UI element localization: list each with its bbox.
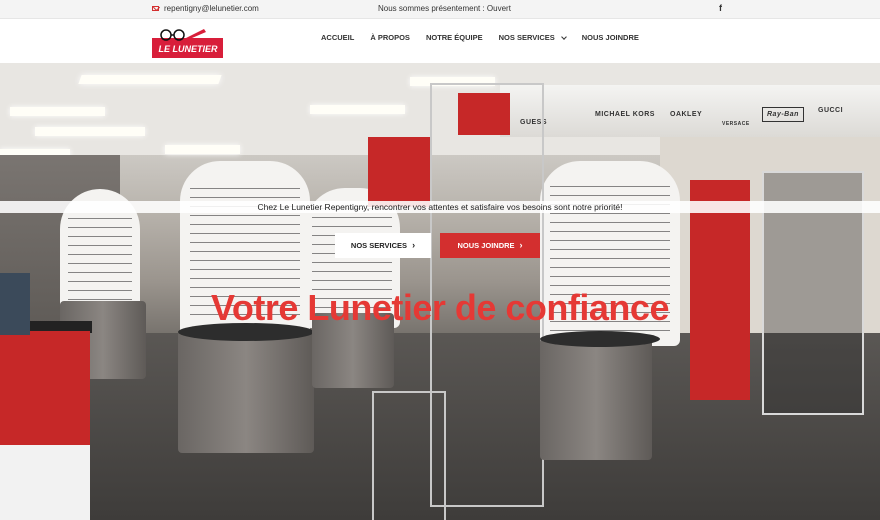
ceiling-light <box>310 105 405 114</box>
button-label: NOS SERVICES <box>350 241 408 250</box>
chrome-tower <box>372 391 446 520</box>
site-header: LE LUNETIER ACCUEIL À PROPOS NOTRE ÉQUIP… <box>0 19 880 63</box>
counter-top <box>540 331 660 347</box>
nav-label: NOS SERVICES <box>498 33 555 42</box>
nav-item-accueil[interactable]: ACCUEIL <box>321 33 362 42</box>
red-display-case <box>368 137 430 207</box>
nav-item-nous-joindre[interactable]: NOUS JOINDRE <box>574 33 647 42</box>
nous-joindre-button[interactable]: NOUS JOINDRE › <box>440 233 540 258</box>
main-nav: ACCUEIL À PROPOS NOTRE ÉQUIPE NOS SERVIC… <box>321 33 647 42</box>
ceiling-light <box>78 75 222 84</box>
display-counter <box>540 338 652 460</box>
brand-logo: MICHAEL KORS <box>595 111 655 118</box>
chevron-right-icon: › <box>412 240 416 250</box>
brand-logo: Ray-Ban <box>762 107 804 122</box>
chevron-right-icon: › <box>519 240 523 250</box>
brand-logo: GUCCI <box>818 107 844 114</box>
hero-headline: Votre Lunetier de confiance <box>211 287 669 328</box>
display-counter <box>178 331 314 453</box>
top-bar: repentigny@lelunetier.com Nous sommes pr… <box>0 0 880 19</box>
ceiling-light <box>10 107 105 116</box>
front-counter-base <box>0 445 90 520</box>
ceiling-light <box>35 127 145 136</box>
nav-item-nos-services[interactable]: NOS SERVICES <box>491 33 574 42</box>
facebook-icon[interactable]: f <box>719 3 722 13</box>
brand-logo: OAKLEY <box>670 111 703 118</box>
envelope-icon <box>152 6 159 11</box>
nos-services-button[interactable]: NOS SERVICES › <box>335 233 431 258</box>
open-status: Nous sommes présentement : Ouvert <box>378 4 511 13</box>
hero-tagline: Chez Le Lunetier Repentigny, rencontrer … <box>257 202 623 212</box>
ceiling-light <box>165 145 240 154</box>
svg-text:LE LUNETIER: LE LUNETIER <box>158 44 218 54</box>
nav-label: NOTRE ÉQUIPE <box>425 33 483 42</box>
nav-label: NOUS JOINDRE <box>581 33 639 42</box>
brand-logo: VERSACE <box>722 121 750 127</box>
nav-item-notre-equipe[interactable]: NOTRE ÉQUIPE <box>418 33 491 42</box>
email-link[interactable]: repentigny@lelunetier.com <box>152 4 259 13</box>
brand-banner: GUESS MICHAEL KORS OAKLEY VERSACE Ray-Ba… <box>500 85 880 137</box>
button-label: NOUS JOINDRE <box>457 241 515 250</box>
site-logo[interactable]: LE LUNETIER <box>152 29 223 58</box>
chevron-down-icon <box>560 33 567 40</box>
nav-label: À PROPOS <box>370 33 410 42</box>
hero-banner: GUESS MICHAEL KORS OAKLEY VERSACE Ray-Ba… <box>0 63 880 520</box>
nav-item-a-propos[interactable]: À PROPOS <box>362 33 418 42</box>
nav-label: ACCUEIL <box>321 33 355 42</box>
email-text: repentigny@lelunetier.com <box>164 4 259 13</box>
